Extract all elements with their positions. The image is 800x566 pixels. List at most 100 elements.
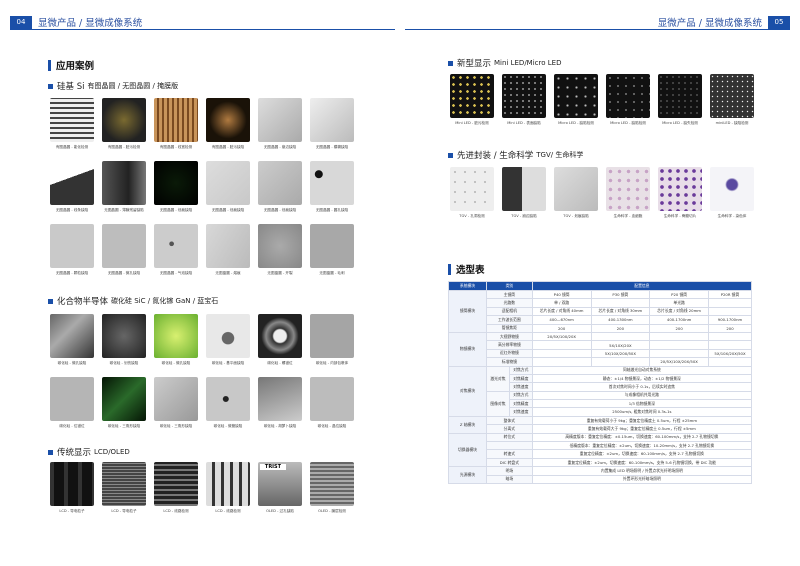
sample-image — [554, 167, 598, 211]
config-cell: P20 镜筒 — [649, 289, 709, 300]
config-cell — [708, 331, 752, 342]
image-caption: 无图晶圆 - 毛刺 — [319, 271, 345, 275]
config-cell: 同轴激光自动对焦系统 — [531, 365, 753, 375]
sample-image — [450, 74, 494, 118]
image-caption: LCD - 线路检测 — [215, 509, 241, 513]
table-row: 分离式 重复有效载荷大于 9kg；重复定位精度土 0.5um，行程 ±5mm — [449, 424, 753, 434]
image-caption: 无图晶圆 - 颗粒缺陷 — [55, 271, 89, 275]
left-page-number: 04 — [10, 15, 32, 29]
category-cell: 对焦速度 — [508, 382, 533, 392]
image-caption: miniLED - 缺陷检测 — [715, 121, 749, 125]
image-label: TRIST — [260, 464, 286, 470]
left-header: 04 显微产品 / 显微成像系统 — [10, 14, 142, 30]
category-cell: 对焦方式 — [508, 365, 533, 375]
category-cell: 工作波长范围 — [486, 315, 533, 325]
category-cell: 转位式 — [486, 432, 533, 443]
category-cell: 暗场 — [486, 474, 533, 485]
sample-image — [154, 224, 198, 268]
table-row: 光源模块 明场 内置集成 LED 明场照明 / 外置点状光纤明场照明 — [448, 466, 753, 484]
image-card: 有图晶圆 - 线宽检测 — [150, 98, 202, 150]
config-cell: 1/3 倍物镜景深 — [531, 399, 753, 409]
sample-image — [206, 314, 250, 358]
image-card: TGV - 划痕缺陷 — [550, 167, 602, 219]
sample-image — [606, 74, 650, 118]
config-cell: 重复有效载荷小于 9kg；重复定位精度土 0.5um，行程 ±25mm — [531, 415, 753, 426]
image-card: miniLED - 缺陷检测 — [706, 74, 758, 126]
category-cell: 对焦速度 — [508, 407, 533, 417]
config-cell: 200 — [590, 323, 651, 333]
image-card: 碳化硅 - 内部包裹体 — [306, 314, 358, 366]
sample-image — [310, 161, 354, 205]
image-caption: 碳化硅 - 微管缺陷 — [213, 424, 243, 428]
table-row: Z 轴模块 整体式 重复有效载荷小于 9kg；重复定位精度土 0.5um，行程 ±2… — [448, 415, 753, 434]
image-caption: 生命科学 - 骨髓切片 — [663, 214, 697, 218]
image-card: 无图晶圆 - 毛刺 — [306, 224, 358, 276]
sample-image — [658, 167, 702, 211]
image-caption: Micro LED - 缺陷检测 — [610, 121, 646, 125]
image-card: 生命科学 - 染色体 — [706, 167, 758, 219]
module-cell: 对焦模块 — [448, 365, 487, 417]
image-card: LCD - 线路检测 — [202, 462, 254, 514]
image-caption: 碳化硅 - 胡萝卜缺陷 — [263, 424, 297, 428]
image-card: 无图晶圆 - 薄膜残留缺陷 — [98, 161, 150, 213]
image-caption: OLED - 过孔缺陷 — [266, 509, 294, 513]
right-page-number: 05 — [768, 15, 790, 29]
table-row: 低精度版本：重复定位精度：±2um，切换速度：10-20mm/s，支持 2-7 … — [449, 441, 753, 451]
image-caption: 碳化硅 - 螺错位 — [267, 361, 293, 365]
config-cell: 芯片长度 / 对角线 20mm — [649, 306, 709, 317]
category-cell: 标准物镜 — [486, 357, 533, 367]
config-cell: 单光路 — [649, 298, 709, 308]
image-caption: 碳化硅 - 基平面缺陷 — [211, 361, 245, 365]
config-cell: 首次对焦时间小于 0.1s，后续实时追焦 — [531, 382, 753, 392]
sample-image — [102, 98, 146, 142]
category-cell: 光路数 — [486, 298, 533, 308]
image-card: 生命科学 - 骨髓切片 — [654, 167, 706, 219]
newdisplay-image-grid: Mini LED - 脏污检测 Mini LED - 表面缺陷 Micro LED … — [446, 74, 758, 126]
category-cell: 整体式 — [486, 415, 533, 426]
config-cell — [708, 298, 752, 308]
config-cell: 200 — [649, 323, 709, 333]
sample-image — [102, 161, 146, 205]
image-caption: 碳化硅 - 位错位 — [59, 424, 85, 428]
image-caption: TGV - 孔洞检测 — [459, 214, 485, 218]
image-caption: 生命科学 - 染色体 — [717, 214, 747, 218]
image-caption: 有图晶圆 - 脏污缺陷 — [211, 145, 245, 149]
image-card: 碳化硅 - 基平面缺陷 — [202, 314, 254, 366]
image-caption: 无图晶圆 - 模糊缺陷 — [315, 145, 349, 149]
image-card: 碳化硅 - 晶位缺陷 — [306, 377, 358, 429]
sample-image — [606, 167, 650, 211]
table-row: 切换器模块 转位式 高精度版本：重复定位精度：±0.15um，切换速度：60-100… — [448, 432, 753, 468]
config-cell: 400-1700nm — [649, 315, 709, 325]
category-cell — [486, 441, 533, 451]
image-caption: 碳化硅 - 微孔缺陷 — [161, 361, 191, 365]
sample-image — [258, 161, 302, 205]
image-caption: 无图晶圆 - 圆孔缺陷 — [315, 208, 349, 212]
table-row: 镜筒模块 主镜筒 P40 镜筒 P30 镜筒 P20 镜筒 P20R 镜筒 — [448, 289, 752, 333]
th-category: 类别 — [486, 281, 533, 291]
category-cell: 对焦方式 — [508, 390, 533, 401]
sample-image — [102, 377, 146, 421]
image-card: 无图晶圆 - 崩边缺陷 — [254, 98, 306, 150]
config-cell: 单 / 双路 — [531, 298, 592, 308]
image-caption: TGV - 崩边缺陷 — [511, 214, 537, 218]
config-cell: 重复有效载荷大于 9kg；重复定位精度土 0.5um，行程 ±5mm — [531, 424, 753, 434]
sample-image — [658, 74, 702, 118]
config-cell — [708, 340, 752, 350]
category-cell: 高分辨率物镜 — [486, 340, 533, 350]
image-card: 有图晶圆 - 能化检测 — [46, 98, 98, 150]
table-row: 转速式 重复定位精度：±2um，切换速度：60-100mm/s，支持 2-7 孔物… — [449, 449, 753, 459]
image-card: Mini LED - 脏污检测 — [446, 74, 498, 126]
config-cell — [590, 357, 651, 367]
config-cell — [531, 348, 592, 359]
image-card: Micro LED - 缺失检测 — [654, 74, 706, 126]
image-caption: LCD - 导电粒子 — [59, 509, 85, 513]
config-cell: P20R 镜筒 — [708, 289, 752, 300]
sample-image — [450, 167, 494, 211]
config-cell — [708, 306, 752, 317]
config-cell — [649, 340, 709, 350]
config-cell — [531, 357, 592, 367]
config-cell: 内置集成 LED 明场照明 / 外置点状光纤明场照明 — [531, 466, 753, 476]
table-row: 图像对焦 对焦方式 与成像相机共用光路 — [449, 390, 753, 417]
th-config: 配置信息 — [531, 281, 753, 291]
image-card: 碳化硅 - 位错位 — [46, 377, 98, 429]
